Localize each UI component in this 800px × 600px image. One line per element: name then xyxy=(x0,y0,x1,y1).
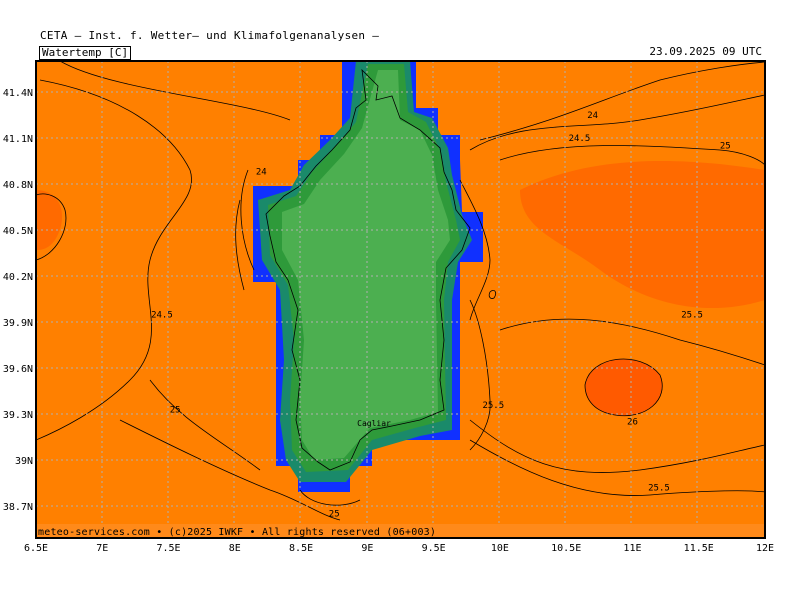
longitude-labels: 6.5E 7E 7.5E 8E 8.5E 9E 9.5E 10E 10.5E 11E 11.5E 12… xyxy=(24,543,774,554)
latitude-tick-label: 39.9N xyxy=(3,318,33,329)
variable-label: Watertemp [C] xyxy=(39,46,132,60)
longitude-tick-label: 7.5E xyxy=(156,543,180,554)
latitude-tick-label: 40.5N xyxy=(3,226,33,237)
longitude-tick-label: 8.5E xyxy=(289,543,313,554)
latitude-tick-label: 39.6N xyxy=(3,364,33,375)
latitude-tick-label: 40.2N xyxy=(3,272,33,283)
longitude-tick-label: 9E xyxy=(361,543,373,554)
longitude-tick-label: 10.5E xyxy=(551,543,581,554)
city-label: Cagliar xyxy=(357,419,391,428)
panel-title-bar: Watertemp [C] 23.09.2025 09 UTC xyxy=(36,46,765,60)
latitude-tick-label: 40.8N xyxy=(3,180,33,191)
longitude-tick-label: 11.5E xyxy=(684,543,714,554)
contour-label: 25.5 xyxy=(648,484,670,494)
contour-label: 24.5 xyxy=(569,134,591,144)
longitude-tick-label: 8E xyxy=(229,543,241,554)
contour-label: 25.5 xyxy=(482,401,504,411)
contour-label: 24 xyxy=(587,111,598,121)
latitude-tick-label: 41.4N xyxy=(3,88,33,99)
longitude-tick-label: 10E xyxy=(491,543,509,554)
contour-label: 25.5 xyxy=(681,310,703,320)
longitude-tick-label: 7E xyxy=(96,543,108,554)
contour-label: 25 xyxy=(720,142,731,152)
valid-time: 23.09.2025 09 UTC xyxy=(649,45,762,58)
longitude-tick-label: 9.5E xyxy=(422,543,446,554)
longitude-tick-label: 12E xyxy=(756,543,774,554)
contour-label: 24 xyxy=(256,168,267,178)
contour-label: 24.5 xyxy=(151,310,173,320)
longitude-tick-label: 6.5E xyxy=(24,543,48,554)
credit-footer: meteo-services.com • (c)2025 IWKF • All … xyxy=(38,527,437,538)
contour-label: 25 xyxy=(170,405,181,415)
latitude-tick-label: 41.1N xyxy=(3,134,33,145)
contour-label: 25 xyxy=(329,510,340,520)
sst-map: 2424.5252424.52525.525.52625.525Cagliar … xyxy=(3,60,774,554)
latitude-labels: 41.4N 41.1N 40.8N 40.5N 40.2N 39.9N 39.6N 39.3N… xyxy=(3,88,33,513)
latitude-tick-label: 39N xyxy=(15,456,33,467)
longitude-tick-label: 11E xyxy=(623,543,641,554)
contour-label: 26 xyxy=(627,418,638,428)
latitude-tick-label: 38.7N xyxy=(3,502,33,513)
latitude-tick-label: 39.3N xyxy=(3,410,33,421)
